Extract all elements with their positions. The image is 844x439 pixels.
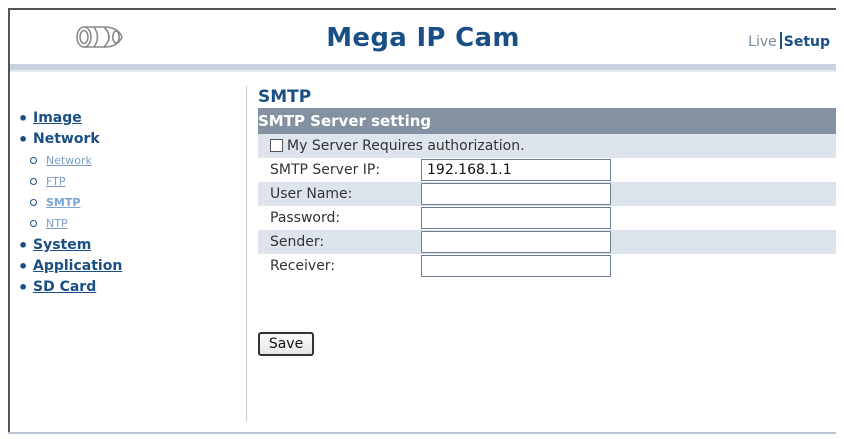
form-row-receiver: Receiver: bbox=[258, 254, 836, 278]
app-title: Mega IP Cam bbox=[326, 23, 520, 53]
setup-link[interactable]: Setup bbox=[784, 34, 830, 50]
sidebar-item-label[interactable]: Image bbox=[33, 110, 82, 126]
user-name-label: User Name: bbox=[270, 186, 353, 202]
sidebar-item-label: Network bbox=[33, 131, 100, 147]
sidebar-item-network: Network bbox=[18, 129, 238, 150]
sidebar: Image Network Network FTP SMTP NTP Syste… bbox=[18, 108, 238, 298]
receiver-input[interactable] bbox=[421, 255, 611, 277]
sidebar-subitem-smtp[interactable]: SMTP bbox=[30, 192, 238, 213]
password-input[interactable] bbox=[421, 207, 611, 229]
nav-separator bbox=[779, 32, 782, 49]
sidebar-item-label[interactable]: Application bbox=[33, 258, 122, 274]
form-row-server-ip: SMTP Server IP: bbox=[258, 158, 836, 182]
sidebar-item-image[interactable]: Image bbox=[18, 108, 238, 129]
sidebar-item-label[interactable]: SD Card bbox=[33, 279, 96, 295]
auth-checkbox-label[interactable]: My Server Requires authorization. bbox=[287, 134, 525, 158]
sidebar-subitem-ftp[interactable]: FTP bbox=[30, 171, 238, 192]
sender-input[interactable] bbox=[421, 231, 611, 253]
frame-bottom-edge bbox=[8, 432, 836, 434]
sidebar-item-system[interactable]: System bbox=[18, 235, 238, 256]
form-row-user-name: User Name: bbox=[258, 182, 836, 206]
auth-row: My Server Requires authorization. bbox=[258, 134, 836, 158]
form-row-password: Password: bbox=[258, 206, 836, 230]
receiver-label: Receiver: bbox=[270, 258, 336, 274]
user-name-input[interactable] bbox=[421, 183, 611, 205]
sidebar-item-label[interactable]: System bbox=[33, 237, 91, 253]
header-divider-shadow bbox=[10, 70, 836, 72]
sidebar-divider bbox=[246, 86, 247, 422]
server-ip-input[interactable] bbox=[421, 159, 611, 181]
top-nav: Live Setup bbox=[748, 32, 830, 50]
password-label: Password: bbox=[270, 210, 341, 226]
main-content: SMTP SMTP Server setting My Server Requi… bbox=[258, 86, 836, 278]
live-link[interactable]: Live bbox=[748, 34, 777, 50]
sidebar-item-sd-card[interactable]: SD Card bbox=[18, 277, 238, 298]
save-button[interactable]: Save bbox=[258, 332, 314, 356]
header: Mega IP Cam Live Setup bbox=[10, 10, 836, 64]
sender-label: Sender: bbox=[270, 234, 325, 250]
sidebar-item-application[interactable]: Application bbox=[18, 256, 238, 277]
auth-checkbox[interactable] bbox=[270, 139, 283, 152]
sidebar-subitem-ntp[interactable]: NTP bbox=[30, 213, 238, 234]
page-title: SMTP bbox=[258, 87, 312, 107]
sidebar-subitem-network[interactable]: Network bbox=[30, 150, 238, 171]
server-ip-label: SMTP Server IP: bbox=[270, 162, 381, 178]
form-row-sender: Sender: bbox=[258, 230, 836, 254]
section-header: SMTP Server setting bbox=[258, 108, 836, 134]
